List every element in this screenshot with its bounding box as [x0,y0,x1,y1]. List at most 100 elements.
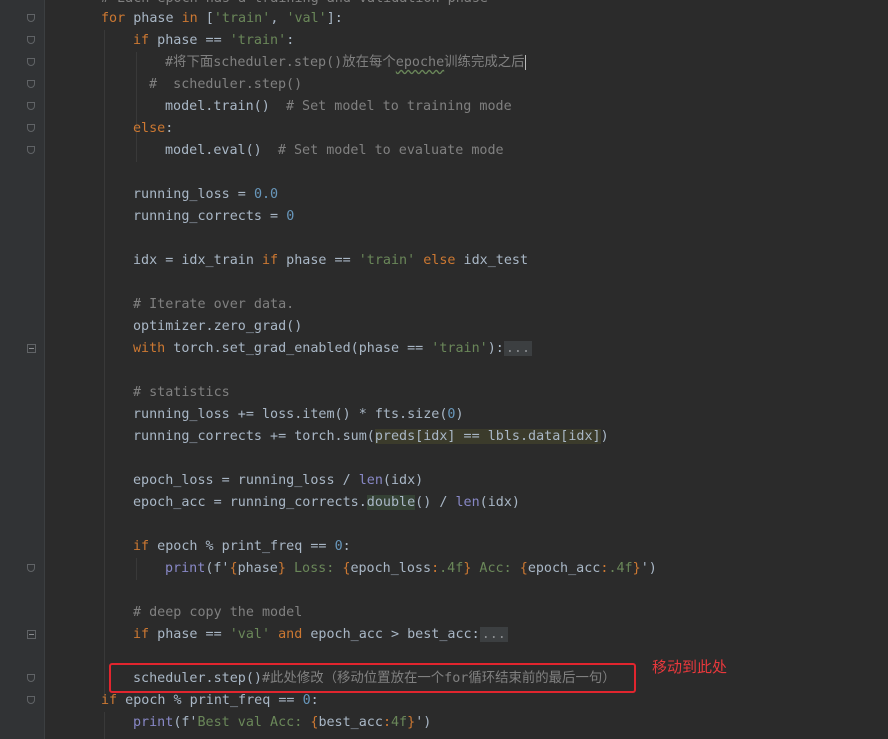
code-token: : [310,693,319,708]
fold-marker-icon[interactable] [27,696,35,704]
code-token: phase [125,11,182,26]
code-line[interactable]: running_loss += loss.item() * fts.size(0… [45,404,888,426]
code-token: if [262,253,279,268]
code-line[interactable]: if epoch % print_freq == 0: [45,690,888,712]
fold-marker-icon[interactable] [27,58,35,66]
fold-expand-icon[interactable] [27,344,36,353]
code-token: { [519,561,528,576]
code-token: () / [415,495,456,510]
code-line[interactable]: # Iterate over data. [45,294,888,316]
code-line[interactable]: running_loss = 0.0 [45,184,888,206]
code-token: for [101,11,126,26]
code-token: # scheduler.step() [149,77,303,92]
code-token: [ [197,11,214,26]
code-token: running_loss = [133,187,254,202]
code-token: ... [503,341,533,356]
code-token: : [165,121,174,136]
code-token: # deep copy the model [133,605,303,620]
code-token: running_loss += loss.item() * fts.size( [133,407,448,422]
code-line[interactable] [45,448,888,470]
code-line[interactable]: idx = idx_train if phase == 'train' else… [45,250,888,272]
code-token: if [101,693,118,708]
code-token: ]: [326,11,343,26]
code-line[interactable]: epoch_acc = running_corrects.double() / … [45,492,888,514]
code-line[interactable]: # scheduler.step() [45,74,888,96]
code-token: idx_test [455,253,529,268]
code-token: Best val Acc: [197,715,311,730]
code-line[interactable]: if phase == 'train': [45,30,888,52]
code-line[interactable]: #将下面scheduler.step()放在每个epoche训练完成之后 [45,52,888,74]
code-token: (f' [205,561,230,576]
code-line[interactable]: if epoch % print_freq == 0: [45,536,888,558]
code-token: len [358,473,383,488]
code-token: : [286,33,295,48]
code-token: 'train' [431,341,488,356]
code-line[interactable]: # statistics [45,382,888,404]
code-token: } [632,561,641,576]
fold-marker-icon[interactable] [27,124,35,132]
code-line[interactable]: epoch_loss = running_loss / len(idx) [45,470,888,492]
fold-marker-icon[interactable] [27,80,35,88]
code-token: .4f [439,561,464,576]
code-token: Loss: [285,561,343,576]
code-line[interactable]: with torch.set_grad_enabled(phase == 'tr… [45,338,888,360]
fold-marker-icon[interactable] [27,36,35,44]
code-line[interactable]: # deep copy the model [45,602,888,624]
code-token: len [455,495,480,510]
code-token: #将下面scheduler.step()放在每个 [165,55,396,70]
code-token: 0 [302,693,311,708]
code-token: epoch % print_freq == [149,539,335,554]
code-token: : [382,715,391,730]
code-line[interactable]: if phase == 'val' and epoch_acc > best_a… [45,624,888,646]
code-line[interactable]: model.eval() # Set model to evaluate mod… [45,140,888,162]
code-token: # Iterate over data. [133,297,295,312]
code-token: print [165,561,206,576]
code-token: } [277,561,286,576]
code-token: 'val' [229,627,271,642]
code-token: with [133,341,166,356]
code-line[interactable]: print(f'{phase} Loss: {epoch_loss:.4f} A… [45,558,888,580]
fold-marker-icon[interactable] [27,146,35,154]
code-token: # statistics [133,385,230,400]
code-token: if [133,627,150,642]
fold-marker-icon[interactable] [27,564,35,572]
code-line[interactable] [45,360,888,382]
code-token: Acc: [471,561,520,576]
highlight-box [109,663,636,693]
code-token: epoch_loss [350,561,432,576]
code-line[interactable] [45,162,888,184]
code-token: epoche [395,55,445,70]
code-token: # Each epoch has a training and validati… [101,0,488,6]
code-token: phase == [149,627,230,642]
fold-marker-icon[interactable] [27,674,35,682]
code-token: phase [237,561,278,576]
code-line[interactable]: else: [45,118,888,140]
code-line[interactable] [45,228,888,250]
code-token: 0.0 [253,187,279,202]
annotation-label: 移动到此处 [652,658,728,676]
code-token: if [133,33,150,48]
code-line[interactable]: model.train() # Set model to training mo… [45,96,888,118]
code-token: running_corrects += torch.sum( [133,429,375,444]
code-line[interactable]: print(f'Best val Acc: {best_acc:4f}') [45,712,888,734]
code-line[interactable] [45,272,888,294]
code-line[interactable] [45,514,888,536]
code-token: optimizer.zero_grad() [133,319,303,334]
fold-expand-icon[interactable] [27,630,36,639]
code-line[interactable] [45,580,888,602]
code-token: # Set model to training mode [285,99,512,114]
code-line[interactable]: for phase in ['train', 'val']: [45,8,888,30]
code-token: epoch % print_freq == [117,693,303,708]
code-line[interactable]: optimizer.zero_grad() [45,316,888,338]
code-token: epoch_loss = running_loss / [133,473,359,488]
code-token: , [270,11,287,26]
code-token: if [133,539,150,554]
fold-marker-icon[interactable] [27,14,35,22]
code-editor[interactable]: # Each epoch has a training and validati… [45,0,888,739]
code-token: 4f [391,715,408,730]
code-token: else [423,253,456,268]
fold-marker-icon[interactable] [27,102,35,110]
code-line[interactable]: running_corrects += torch.sum(preds[idx]… [45,426,888,448]
code-line[interactable]: running_corrects = 0 [45,206,888,228]
code-token: epoch_acc > best_acc: [302,627,480,642]
